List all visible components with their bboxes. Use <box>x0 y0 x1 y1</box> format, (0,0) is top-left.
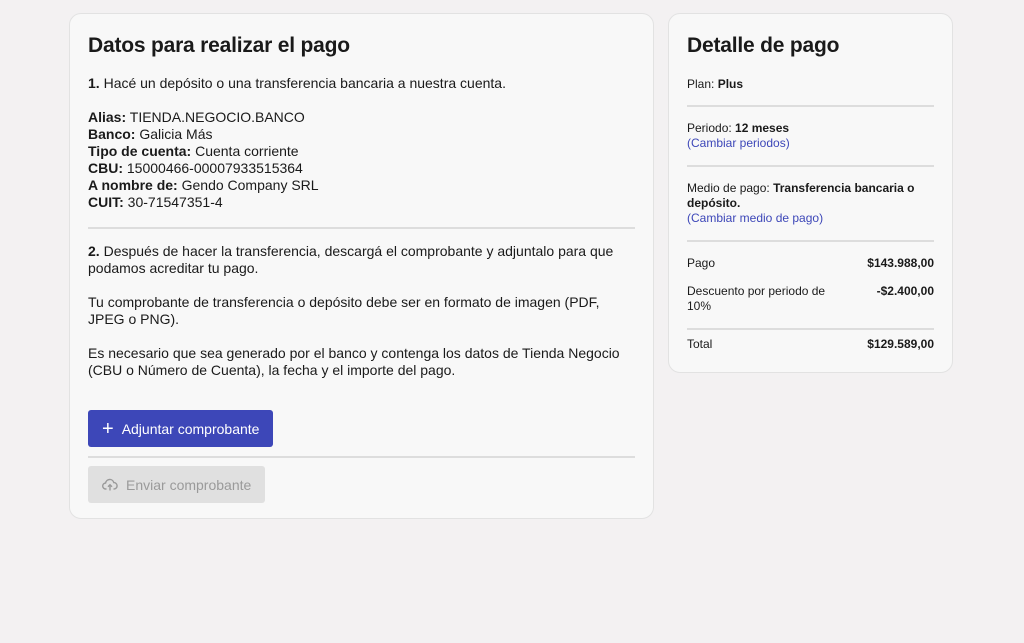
plan-row: Plan: Plus <box>687 77 934 92</box>
divider <box>687 328 934 330</box>
detail-value: 15000466-00007933515364 <box>123 160 303 176</box>
detail-label: CUIT: <box>88 194 124 210</box>
send-receipt-button[interactable]: Enviar comprobante <box>88 466 266 503</box>
send-receipt-label: Enviar comprobante <box>126 476 252 493</box>
step-2: 2. Después de hacer la transferencia, de… <box>88 243 635 277</box>
step-1: 1. Hacé un depósito o una transferencia … <box>88 75 635 92</box>
divider <box>687 105 934 107</box>
step-1-text: Hacé un depósito o una transferencia ban… <box>99 75 506 91</box>
total-value: $129.589,00 <box>867 337 934 351</box>
page-title: Datos para realizar el pago <box>88 34 350 57</box>
discount-value: -$2.400,00 <box>876 284 934 298</box>
discount-row: Descuento por periodo de 10% -$2.400,00 <box>687 284 934 314</box>
payment-method-row: Medio de pago: Transferencia bancaria o … <box>687 181 934 226</box>
detail-value: Galicia Más <box>135 126 213 142</box>
detail-value: Gendo Company SRL <box>177 177 319 193</box>
detail-label: CBU: <box>88 160 123 176</box>
divider <box>687 165 934 167</box>
detail-bank: Banco: Galicia Más <box>88 126 635 143</box>
detail-label: A nombre de: <box>88 177 178 193</box>
summary-title: Detalle de pago <box>687 34 840 57</box>
cloud-upload-icon <box>102 478 118 492</box>
divider <box>88 227 635 229</box>
detail-cbu: CBU: 15000466-00007933515364 <box>88 160 635 177</box>
payment-summary-card: Detalle de pago Plan: Plus Periodo: 12 m… <box>668 13 953 373</box>
change-method-link[interactable]: (Cambiar medio de pago) <box>687 211 934 226</box>
detail-value: Cuenta corriente <box>191 143 299 159</box>
total-label: Total <box>687 337 713 351</box>
plan-label: Plan: <box>687 77 718 91</box>
attach-receipt-label: Adjuntar comprobante <box>121 420 260 437</box>
detail-cuit: CUIT: 30-71547351-4 <box>88 194 635 211</box>
divider <box>88 456 635 458</box>
bank-details: Alias: TIENDA.NEGOCIO.BANCO Banco: Galic… <box>88 109 635 211</box>
discount-label: Descuento por periodo de 10% <box>687 284 826 313</box>
format-note: Tu comprobante de transferencia o depósi… <box>88 294 600 327</box>
period-value: 12 meses <box>735 121 790 135</box>
payment-amount-value: $143.988,00 <box>867 256 934 270</box>
period-label: Periodo: <box>687 121 736 135</box>
attach-receipt-button[interactable]: + Adjuntar comprobante <box>88 410 274 447</box>
detail-label: Banco: <box>88 126 136 142</box>
payment-amount-label: Pago <box>687 256 716 270</box>
detail-value: TIENDA.NEGOCIO.BANCO <box>126 109 305 125</box>
detail-label: Alias: <box>88 109 127 125</box>
plan-value: Plus <box>717 77 744 91</box>
step-2-text: Después de hacer la transferencia, desca… <box>88 243 614 276</box>
divider <box>687 240 934 242</box>
bank-note: Es necesario que sea generado por el ban… <box>88 345 620 378</box>
change-period-link[interactable]: (Cambiar periodos) <box>687 136 934 151</box>
plus-icon: + <box>102 417 114 440</box>
detail-value: 30-71547351-4 <box>123 194 223 210</box>
period-row: Periodo: 12 meses (Cambiar periodos) <box>687 121 934 151</box>
detail-account-type: Tipo de cuenta: Cuenta corriente <box>88 143 635 160</box>
detail-holder: A nombre de: Gendo Company SRL <box>88 177 635 194</box>
payment-instructions-card: Datos para realizar el pago 1. Hacé un d… <box>69 13 654 519</box>
detail-label: Tipo de cuenta: <box>88 143 192 159</box>
total-row: Total $129.589,00 <box>687 337 934 352</box>
method-label: Medio de pago: <box>687 181 774 195</box>
payment-amount-row: Pago $143.988,00 <box>687 256 934 271</box>
step-2-number: 2. <box>88 243 100 259</box>
step-1-number: 1. <box>88 75 100 91</box>
detail-alias: Alias: TIENDA.NEGOCIO.BANCO <box>88 109 635 126</box>
